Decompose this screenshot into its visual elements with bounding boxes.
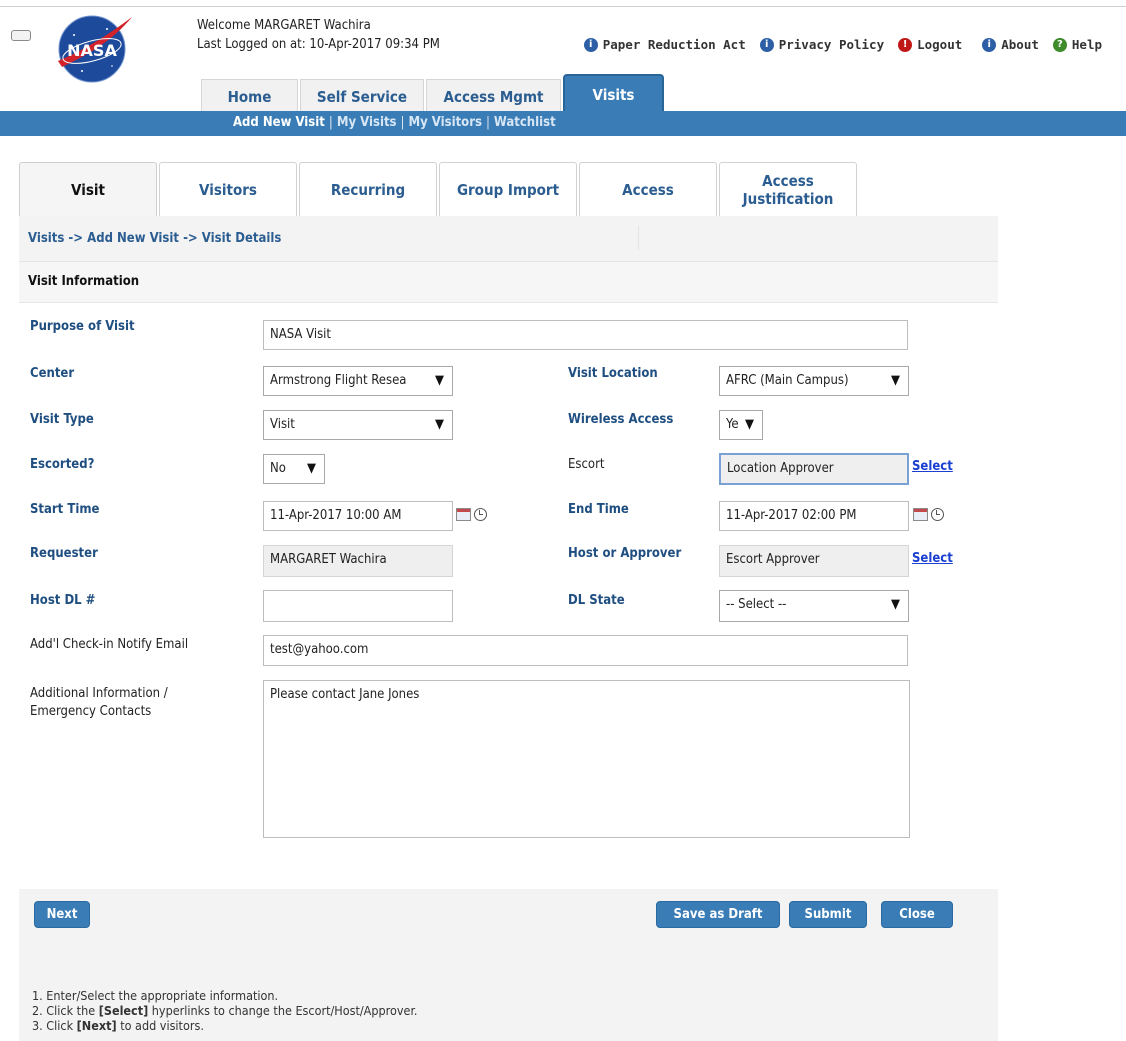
start-time-label: Start Time bbox=[30, 502, 100, 517]
clock-icon[interactable] bbox=[931, 508, 944, 521]
notify-email-input[interactable]: test@yahoo.com bbox=[263, 635, 908, 666]
dropdown-arrow-icon: ▼ bbox=[745, 417, 754, 432]
subnav: Add New Visit | My Visits | My Visitors | Watc… bbox=[233, 115, 556, 130]
next-button[interactable]: Next bbox=[34, 901, 90, 928]
host-label: Host or Approver bbox=[568, 546, 682, 561]
section-header: Visit Information bbox=[19, 262, 998, 303]
tab-access-mgmt[interactable]: Access Mgmt bbox=[426, 79, 561, 114]
info-icon: i bbox=[759, 37, 774, 52]
tab-visitors[interactable]: Visitors bbox=[159, 162, 297, 216]
center-label: Center bbox=[30, 366, 75, 381]
requester-label: Requester bbox=[30, 546, 98, 561]
dropdown-arrow-icon: ▼ bbox=[435, 417, 444, 432]
tab-access-justification[interactable]: Access Justification bbox=[719, 162, 857, 216]
close-button[interactable]: Close bbox=[881, 901, 953, 928]
center-select[interactable]: Armstrong Flight Resea ▼ bbox=[263, 366, 453, 396]
dropdown-arrow-icon: ▼ bbox=[891, 597, 900, 612]
calendar-icon[interactable] bbox=[456, 508, 471, 521]
tab-self-service[interactable]: Self Service bbox=[300, 79, 424, 114]
visit-type-select[interactable]: Visit ▼ bbox=[263, 410, 453, 440]
wireless-select[interactable]: Ye ▼ bbox=[719, 410, 763, 440]
subnav-bar bbox=[0, 111, 1126, 136]
purpose-label: Purpose of Visit bbox=[30, 319, 135, 334]
clock-icon[interactable] bbox=[474, 508, 487, 521]
nasa-logo: NASA bbox=[58, 15, 132, 83]
start-time-input[interactable]: 11-Apr-2017 10:00 AM bbox=[263, 501, 453, 531]
breadcrumb-text: Visits -> Add New Visit -> Visit Details bbox=[28, 231, 282, 246]
minimize-icon[interactable] bbox=[11, 30, 31, 41]
visit-location-select[interactable]: AFRC (Main Campus) ▼ bbox=[719, 366, 909, 396]
last-logged-text: Last Logged on at: 10-Apr-2017 09:34 PM bbox=[197, 37, 440, 52]
tab-visit[interactable]: Visit bbox=[19, 162, 157, 216]
subnav-watchlist[interactable]: Watchlist bbox=[494, 115, 556, 130]
additional-info-textarea[interactable]: Please contact Jane Jones bbox=[263, 680, 910, 838]
calendar-icon[interactable] bbox=[913, 508, 928, 521]
wireless-label: Wireless Access bbox=[568, 412, 674, 427]
escort-label: Escort bbox=[568, 457, 605, 472]
instructions-list: 1. Enter/Select the appropriate informat… bbox=[32, 988, 418, 1033]
escort-select-link[interactable]: Select bbox=[912, 459, 953, 474]
breadcrumb: Visits -> Add New Visit -> Visit Details bbox=[19, 216, 998, 262]
purpose-input[interactable]: NASA Visit bbox=[263, 320, 908, 350]
end-time-input[interactable]: 11-Apr-2017 02:00 PM bbox=[719, 501, 909, 531]
escorted-select[interactable]: No ▼ bbox=[263, 454, 325, 484]
welcome-text: Welcome MARGARET Wachira bbox=[197, 18, 371, 33]
visit-type-label: Visit Type bbox=[30, 412, 94, 427]
tab-group-import[interactable]: Group Import bbox=[439, 162, 577, 216]
instruction-item: 3. Click [Next] to add visitors. bbox=[32, 1018, 204, 1033]
about-link[interactable]: i About bbox=[982, 37, 1039, 52]
logout-link[interactable]: ! Logout bbox=[898, 37, 962, 52]
host-dl-input[interactable] bbox=[263, 590, 453, 622]
tab-visits[interactable]: Visits bbox=[563, 74, 664, 114]
instruction-item: 1. Enter/Select the appropriate informat… bbox=[32, 988, 279, 1003]
additional-info-label: Additional Information / Emergency Conta… bbox=[30, 686, 168, 719]
welcome-block: Welcome MARGARET Wachira Last Logged on … bbox=[197, 16, 440, 54]
notify-email-label: Add'l Check-in Notify Email bbox=[30, 637, 189, 652]
subnav-my-visits[interactable]: My Visits bbox=[337, 115, 397, 130]
host-dl-label: Host DL # bbox=[30, 593, 96, 608]
top-divider bbox=[0, 6, 1126, 7]
info-icon: i bbox=[583, 37, 598, 52]
help-link[interactable]: ? Help bbox=[1052, 37, 1102, 52]
alert-icon: ! bbox=[898, 37, 913, 52]
escorted-label: Escorted? bbox=[30, 457, 95, 472]
subnav-my-visitors[interactable]: My Visitors bbox=[408, 115, 482, 130]
logo-text: NASA bbox=[67, 41, 117, 60]
instructions-panel: 1. Enter/Select the appropriate informat… bbox=[19, 939, 998, 1041]
section-title: Visit Information bbox=[28, 274, 140, 289]
dl-state-select[interactable]: -- Select -- ▼ bbox=[719, 590, 909, 622]
privacy-policy-link[interactable]: i Privacy Policy bbox=[759, 37, 884, 52]
tab-recurring[interactable]: Recurring bbox=[299, 162, 437, 216]
tab-access[interactable]: Access bbox=[579, 162, 717, 216]
tab-home[interactable]: Home bbox=[201, 79, 298, 114]
requester-input: MARGARET Wachira bbox=[263, 545, 453, 577]
visit-form-panel: Visits -> Add New Visit -> Visit Details… bbox=[19, 216, 998, 889]
button-bar: Next Save as Draft Submit Close bbox=[19, 889, 998, 939]
save-draft-button[interactable]: Save as Draft bbox=[656, 901, 780, 928]
instruction-item: 2. Click the [Select] hyperlinks to chan… bbox=[32, 1003, 418, 1018]
end-time-label: End Time bbox=[568, 502, 629, 517]
info-icon: i bbox=[982, 37, 997, 52]
escort-input[interactable]: Location Approver bbox=[719, 453, 909, 485]
submit-button[interactable]: Submit bbox=[789, 901, 867, 928]
main-tabs: Home Self Service Access Mgmt Visits bbox=[201, 74, 666, 114]
paper-reduction-link[interactable]: i Paper Reduction Act bbox=[583, 37, 746, 52]
host-select-link[interactable]: Select bbox=[912, 551, 953, 566]
visit-tabs: Visit Visitors Recurring Group Import Ac… bbox=[19, 162, 859, 216]
subnav-add-new-visit[interactable]: Add New Visit bbox=[233, 115, 325, 130]
dropdown-arrow-icon: ▼ bbox=[435, 373, 444, 388]
dropdown-arrow-icon: ▼ bbox=[307, 461, 316, 476]
host-input: Escort Approver bbox=[719, 545, 909, 577]
dl-state-label: DL State bbox=[568, 593, 625, 608]
top-links: i Paper Reduction Act i Privacy Policy ! Lo… bbox=[583, 37, 1102, 52]
help-icon: ? bbox=[1052, 37, 1067, 52]
dropdown-arrow-icon: ▼ bbox=[891, 373, 900, 388]
visit-location-label: Visit Location bbox=[568, 366, 658, 381]
